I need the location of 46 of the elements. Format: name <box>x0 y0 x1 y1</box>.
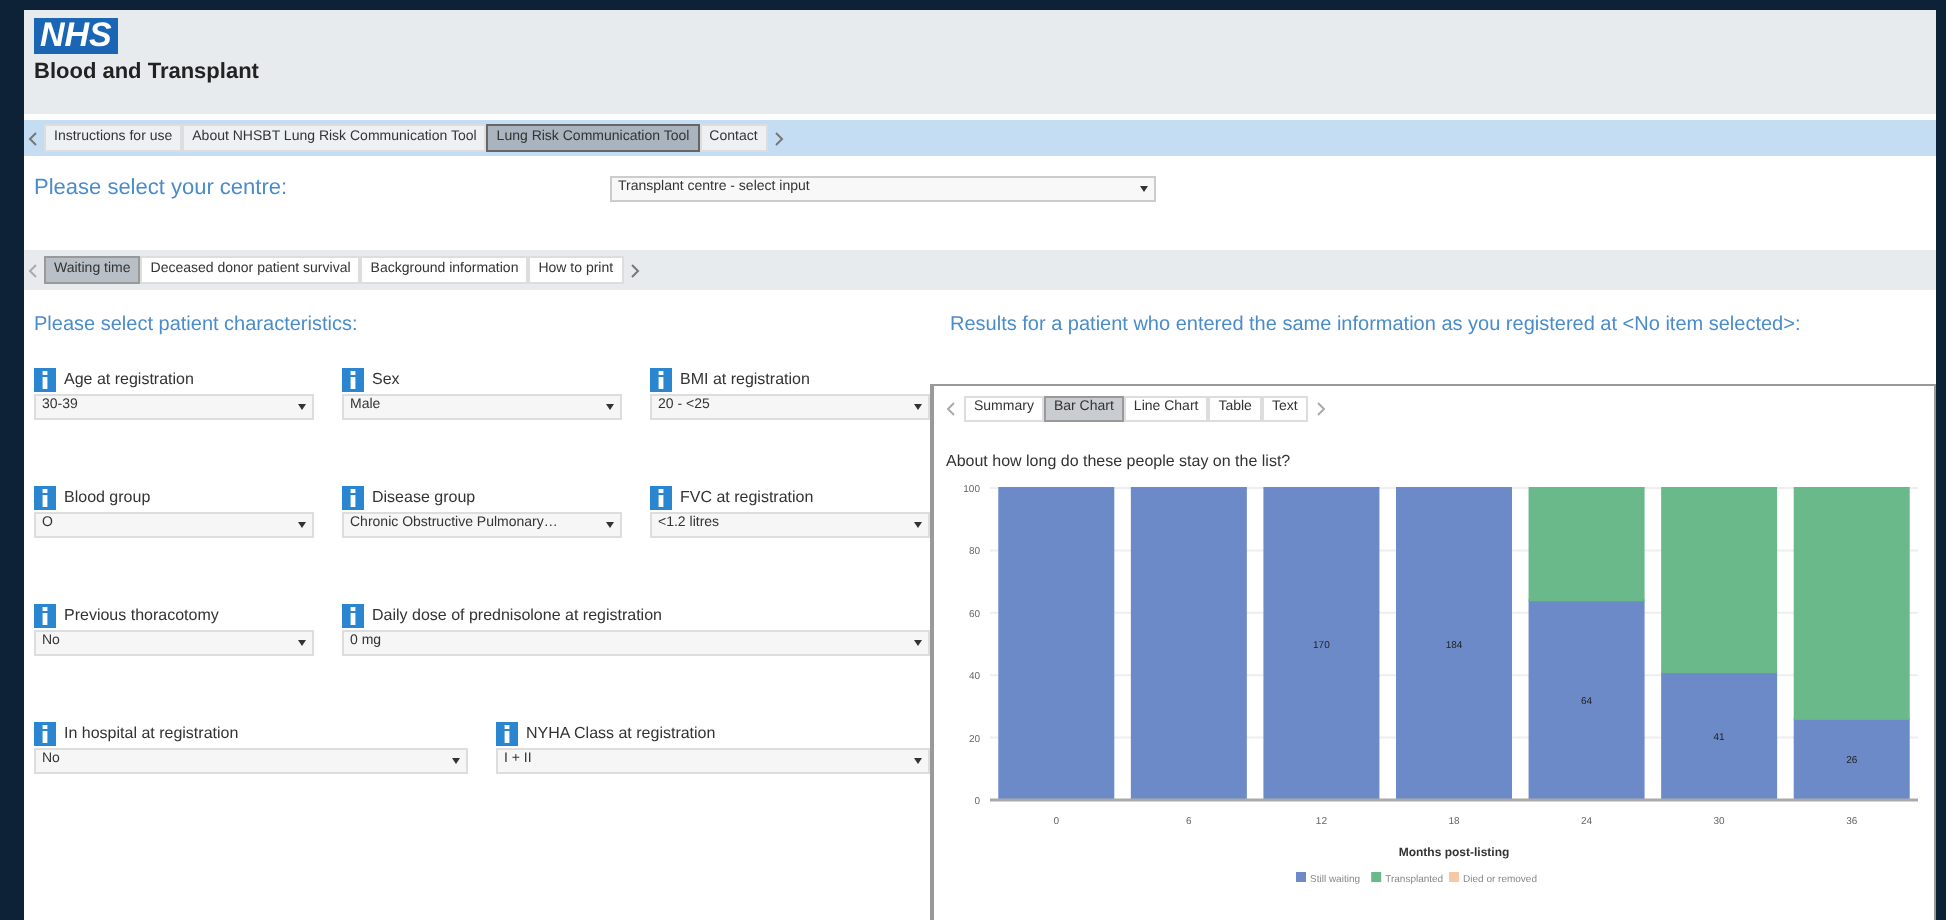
field-label: NYHA Class at registration <box>526 722 716 746</box>
legend-swatch <box>1449 872 1460 882</box>
section-heading: Please select patient characteristics: <box>34 312 360 340</box>
info-icon[interactable] <box>650 486 672 510</box>
chevron-left-icon[interactable] <box>28 131 38 145</box>
info-icon[interactable] <box>342 368 364 392</box>
caret-icon <box>1140 185 1148 191</box>
field-label: Disease group <box>372 486 476 510</box>
chevron-right-icon[interactable] <box>1315 402 1326 416</box>
field-label: In hospital at registration <box>64 722 239 746</box>
info-icon[interactable] <box>650 368 672 392</box>
info-icon[interactable] <box>34 604 56 628</box>
info-icon[interactable] <box>34 722 56 746</box>
info-icon[interactable] <box>34 368 56 392</box>
field-label: Sex <box>372 368 400 392</box>
results-heading: Results for a patient who entered the same information as you registered at <No item selected>: <box>948 312 1803 340</box>
field-label: BMI at registration <box>680 368 810 392</box>
caret-icon <box>298 404 306 410</box>
chart-title: About how long do these people stay on the list? <box>946 450 1293 474</box>
caret-icon <box>606 522 614 528</box>
caret-icon <box>298 522 306 528</box>
caret-icon <box>914 640 922 646</box>
chevron-right-icon[interactable] <box>773 131 784 145</box>
field-label: Daily dose of prednisolone at registration <box>372 604 662 628</box>
info-icon[interactable] <box>342 604 364 628</box>
field-label: Blood group <box>64 486 151 510</box>
chevron-left-icon[interactable] <box>28 263 38 277</box>
caret-icon <box>452 758 460 764</box>
centre-prompt: Please select your centre: <box>34 173 290 204</box>
legend-swatch <box>1371 872 1382 882</box>
nhs-logo: NHS <box>34 18 118 54</box>
caret-icon <box>914 404 922 410</box>
field-label: Age at registration <box>64 368 194 392</box>
field-label: FVC at registration <box>680 486 814 510</box>
caret-icon <box>914 522 922 528</box>
caret-icon <box>298 640 306 646</box>
info-icon[interactable] <box>342 486 364 510</box>
field-label: Previous thoracotomy <box>64 604 219 628</box>
site-subtitle: Blood and Transplant <box>34 58 259 88</box>
caret-icon <box>606 404 614 410</box>
info-icon[interactable] <box>34 486 56 510</box>
chevron-right-icon[interactable] <box>629 263 640 277</box>
info-icon[interactable] <box>496 722 518 746</box>
legend-swatch <box>1296 872 1306 882</box>
chevron-left-icon[interactable] <box>946 402 956 416</box>
caret-icon <box>914 758 922 764</box>
